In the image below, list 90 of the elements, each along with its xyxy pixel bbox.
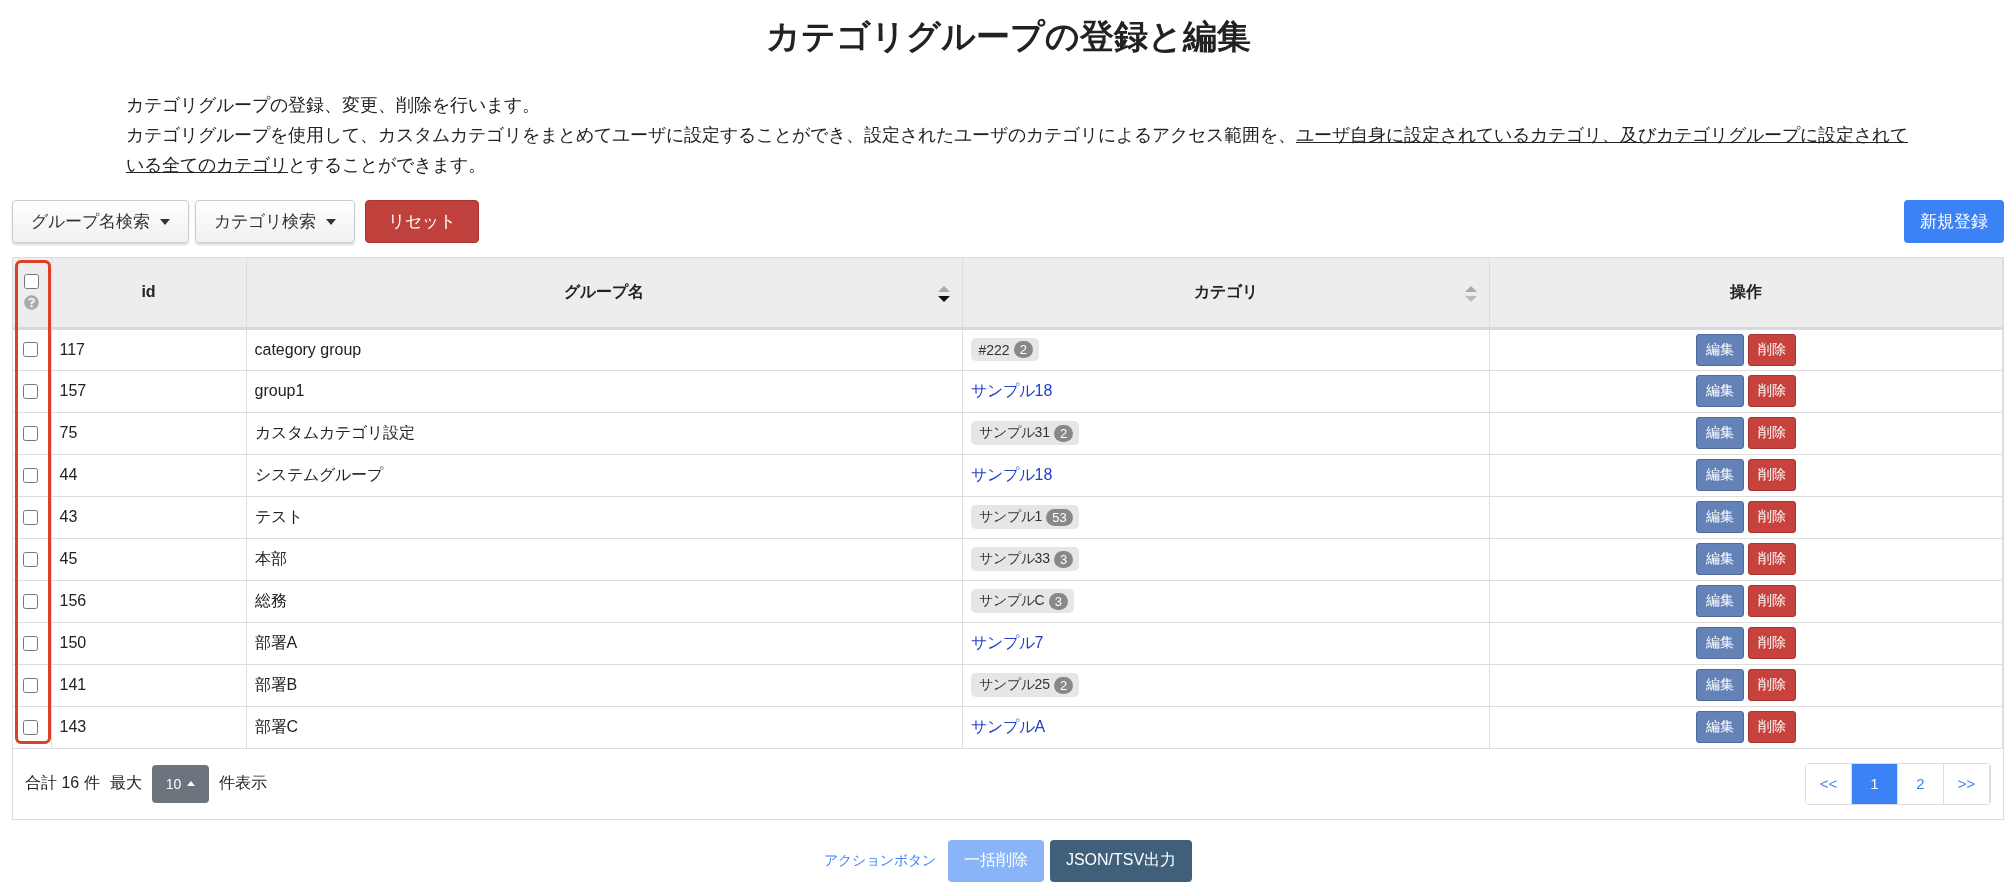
caret-icon (160, 218, 170, 225)
delete-button[interactable]: 削除 (1747, 417, 1796, 449)
edit-button[interactable]: 編集 (1695, 627, 1744, 659)
table-cell: group1 (246, 370, 962, 412)
filter-dropdown[interactable]: カテゴリ検索 (195, 200, 355, 243)
row-checkbox[interactable] (23, 593, 38, 609)
row-checkbox[interactable] (23, 719, 38, 735)
count-badge: 2 (1013, 341, 1033, 358)
column-header: id (141, 283, 156, 301)
edit-button[interactable]: 編集 (1695, 669, 1744, 701)
count-badge: 2 (1054, 676, 1074, 694)
table-cell: 本部 (246, 538, 962, 580)
actions-label: アクションボタン (823, 851, 936, 870)
page-title: カテゴリグループの登録と編集 (764, 16, 1252, 57)
table-cell: カスタムカテゴリ設定 (246, 412, 962, 454)
table-cell: 部署B (246, 664, 962, 706)
count-badge: 2 (1054, 424, 1074, 442)
filter-dropdown[interactable]: グループ名検索 (12, 200, 189, 243)
create-button[interactable]: 新規登録 (1904, 200, 2004, 243)
table-cell: 156 (51, 580, 246, 622)
page-button[interactable]: << (1806, 763, 1852, 804)
count-badge: 3 (1048, 592, 1068, 610)
edit-button[interactable]: 編集 (1695, 585, 1744, 617)
count-badge: 53 (1046, 508, 1073, 526)
category-link[interactable]: サンプルA (970, 717, 1046, 735)
category-tag: サンプル25 2 (970, 673, 1080, 697)
column-header: グループ名 (564, 282, 644, 300)
row-checkbox[interactable] (23, 425, 38, 441)
column-header: 操作 (1729, 282, 1762, 300)
category-link[interactable]: サンプル18 (970, 381, 1053, 399)
category-link[interactable]: サンプル18 (970, 465, 1053, 483)
edit-button[interactable]: 編集 (1695, 501, 1744, 533)
edit-button[interactable]: 編集 (1695, 417, 1744, 449)
row-checkbox[interactable] (23, 551, 38, 567)
table-cell: 43 (51, 496, 246, 538)
select-all-checkbox[interactable] (24, 274, 40, 290)
description-text: カテゴリグループの登録、変更、削除を行います。 (126, 93, 541, 117)
table-cell: 45 (51, 538, 246, 580)
category-link[interactable]: サンプル7 (970, 633, 1044, 651)
table-cell: 141 (51, 664, 246, 706)
column-header: カテゴリ (1193, 282, 1258, 300)
category-tag: サンプル33 3 (970, 547, 1080, 571)
page-size-dropdown[interactable]: 10 (151, 764, 210, 803)
row-checkbox[interactable] (23, 635, 38, 651)
delete-button[interactable]: 削除 (1747, 543, 1796, 575)
total-count: 合計 16 件 (25, 773, 100, 793)
delete-button[interactable]: 削除 (1747, 333, 1796, 366)
category-tag: #222 2 (970, 338, 1039, 361)
category-tag: サンプルC 3 (970, 589, 1074, 613)
table-cell: 157 (51, 370, 246, 412)
caret-icon (187, 781, 196, 786)
edit-button[interactable]: 編集 (1695, 711, 1744, 743)
delete-button[interactable]: 削除 (1747, 669, 1796, 701)
edit-button[interactable]: 編集 (1695, 333, 1744, 366)
category-tag: サンプル1 53 (970, 505, 1079, 529)
edit-button[interactable]: 編集 (1695, 375, 1744, 407)
page-button[interactable]: 1 (1852, 763, 1898, 804)
row-checkbox[interactable] (23, 342, 38, 357)
delete-button[interactable]: 削除 (1747, 459, 1796, 491)
delete-button[interactable]: 削除 (1747, 501, 1796, 533)
edit-button[interactable]: 編集 (1695, 543, 1744, 575)
table-cell: テスト (246, 496, 962, 538)
description-text: カテゴリグループを使用して、カスタムカテゴリをまとめてユーザに設定することができ、設定されたユーザのカテゴリによるアクセス範囲を、ユーザ自身に設定されているカテゴリ、及びカテゴリグループに設定されている全てのカテゴリ とすることができます。 (126, 123, 1909, 177)
delete-button[interactable]: 削除 (1747, 585, 1796, 617)
sort-icon[interactable] (937, 286, 950, 302)
edit-button[interactable]: 編集 (1695, 459, 1744, 491)
table-cell: 117 (51, 328, 246, 370)
table-cell: 143 (51, 706, 246, 748)
table-cell: 総務 (246, 580, 962, 622)
action-button[interactable]: JSON/TSV出力 (1049, 839, 1193, 882)
category-tag: サンプル31 2 (970, 421, 1080, 445)
reset-button[interactable]: リセット (365, 200, 479, 243)
delete-button[interactable]: 削除 (1747, 375, 1796, 407)
table-cell: category group (246, 328, 962, 370)
max-label: 最大 (109, 773, 142, 793)
delete-button[interactable]: 削除 (1747, 627, 1796, 659)
per-page-label: 件表示 (219, 773, 268, 793)
table-cell: 150 (51, 622, 246, 664)
count-badge: 3 (1054, 550, 1074, 568)
row-checkbox[interactable] (23, 509, 38, 525)
table-cell: 部署C (246, 706, 962, 748)
table-cell: 44 (51, 454, 246, 496)
table-cell: 75 (51, 412, 246, 454)
table-cell: システムグループ (246, 454, 962, 496)
row-checkbox[interactable] (23, 677, 38, 693)
row-checkbox[interactable] (23, 467, 38, 483)
table-cell: 部署A (246, 622, 962, 664)
delete-button[interactable]: 削除 (1747, 711, 1796, 743)
caret-icon (326, 218, 336, 225)
row-checkbox[interactable] (23, 383, 38, 399)
